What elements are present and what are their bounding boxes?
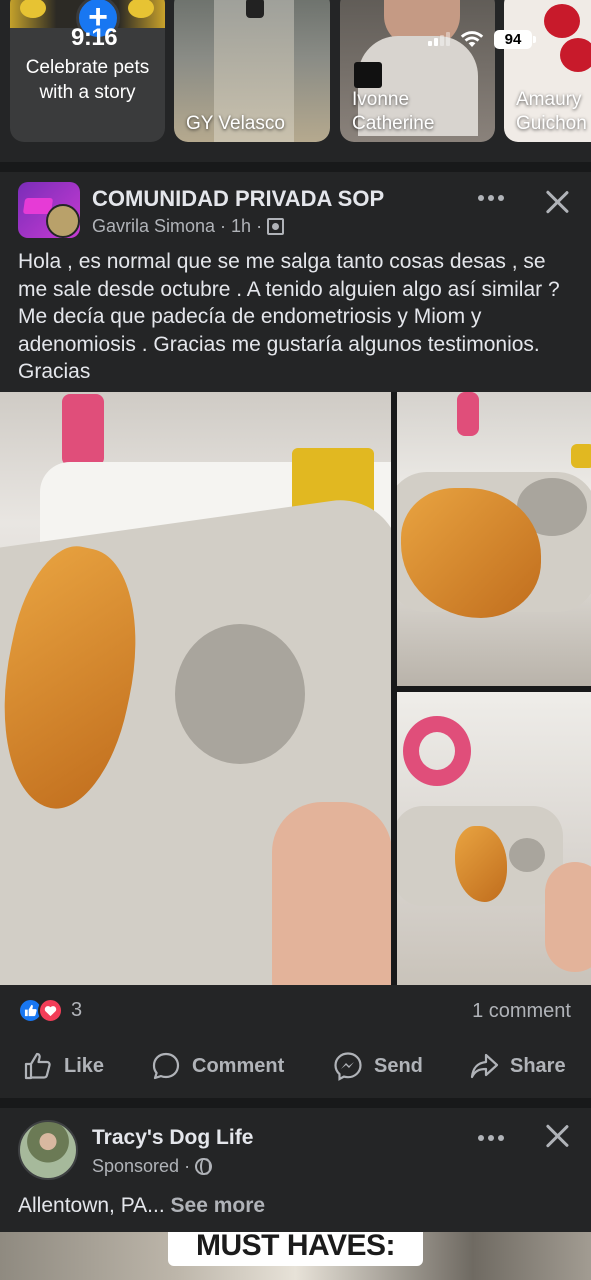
like-label: Like [64,1054,105,1077]
send-label: Send [374,1054,423,1077]
story-author-name: GY Velasco [186,113,285,134]
photo-detail [175,624,305,764]
post-actions: Like Comment Send Share [0,1044,591,1088]
photo-detail [509,838,545,872]
story-image [560,38,591,72]
see-more-link[interactable]: See more [171,1194,266,1217]
comment-label: Comment [192,1054,285,1077]
post-photos [0,392,591,985]
battery-icon: 94 [494,29,536,49]
comment-count[interactable]: 1 comment [472,1000,571,1023]
ad-text-body: Allentown, PA... [18,1194,171,1217]
globe-icon [195,1158,213,1175]
like-button[interactable]: Like [22,1044,104,1088]
comment-icon [152,1052,180,1080]
story-image [544,4,580,38]
comment-button[interactable]: Comment [150,1044,284,1088]
share-button[interactable]: Share [468,1044,566,1088]
status-icons: 94 [428,28,536,50]
feed-divider [0,162,591,172]
wifi-icon [460,31,484,47]
reactions-summary[interactable]: 3 [18,998,82,1023]
photo-detail [62,394,104,466]
ad-text: Allentown, PA... See more [18,1194,265,1218]
more-options-button[interactable] [474,186,508,210]
story-badge [354,62,382,88]
post-text: Hola , es normal que se me salga tanto c… [18,250,560,383]
post-meta: Gavrila Simona · 1h · [92,216,285,237]
create-story-caption: Celebrate pets with a story [25,57,150,103]
feed-post: COMUNIDAD PRIVADA SOP Gavrila Simona · 1… [0,172,591,1098]
create-story-card[interactable]: + Celebrate pets with a story [10,0,165,142]
sponsored-post: Tracy's Dog Life Sponsored · Allentown, … [0,1108,591,1280]
story-author-name: Amaury Guichon [516,89,587,134]
share-label: Share [510,1054,566,1077]
share-icon [470,1053,499,1079]
post-photo-2[interactable] [397,392,591,686]
meta-separator: · [220,216,227,236]
group-privacy-icon [267,218,285,235]
send-button[interactable]: Send [332,1044,423,1088]
photo-detail [457,392,479,436]
meta-separator: · [184,1156,191,1176]
ad-meta: Sponsored · [92,1156,213,1177]
group-avatar[interactable] [18,182,80,238]
story-card-gy-velasco[interactable]: GY Velasco [174,0,330,142]
ad-media[interactable]: MUST HAVES: [0,1232,591,1280]
story-card-amaury-guichon[interactable]: Amaury Guichon [504,0,591,142]
page-avatar[interactable] [18,1120,78,1180]
reaction-count: 3 [71,999,83,1021]
more-options-button[interactable] [474,1126,508,1150]
feed-divider [0,1098,591,1108]
sponsored-label: Sponsored [92,1156,180,1176]
status-time: 9:16 [71,24,118,51]
love-reaction-icon [38,998,63,1023]
signal-icon [428,32,450,46]
photo-detail [545,862,591,972]
meta-separator: · [256,216,263,236]
story-image-subject [246,0,264,18]
photo-detail [571,444,591,468]
hide-post-button[interactable] [542,186,572,216]
thumbs-up-icon [24,1052,51,1080]
ad-banner-text: MUST HAVES: [168,1232,423,1266]
photo-detail [403,716,471,786]
photo-detail [272,802,391,985]
messenger-icon [334,1052,362,1081]
group-name[interactable]: COMUNIDAD PRIVADA SOP [92,186,384,212]
post-photo-1[interactable] [0,392,391,985]
post-time[interactable]: 1h [231,216,251,237]
story-author-name: Ivonne Catherine [352,89,435,134]
author-avatar[interactable] [46,204,80,238]
author-name[interactable]: Gavrila Simona [92,216,215,237]
page-name[interactable]: Tracy's Dog Life [92,1126,253,1150]
hide-post-button[interactable] [542,1120,572,1150]
post-photo-3[interactable] [397,692,591,985]
story-card-ivonne-catherine[interactable]: Ivonne Catherine [340,0,495,142]
